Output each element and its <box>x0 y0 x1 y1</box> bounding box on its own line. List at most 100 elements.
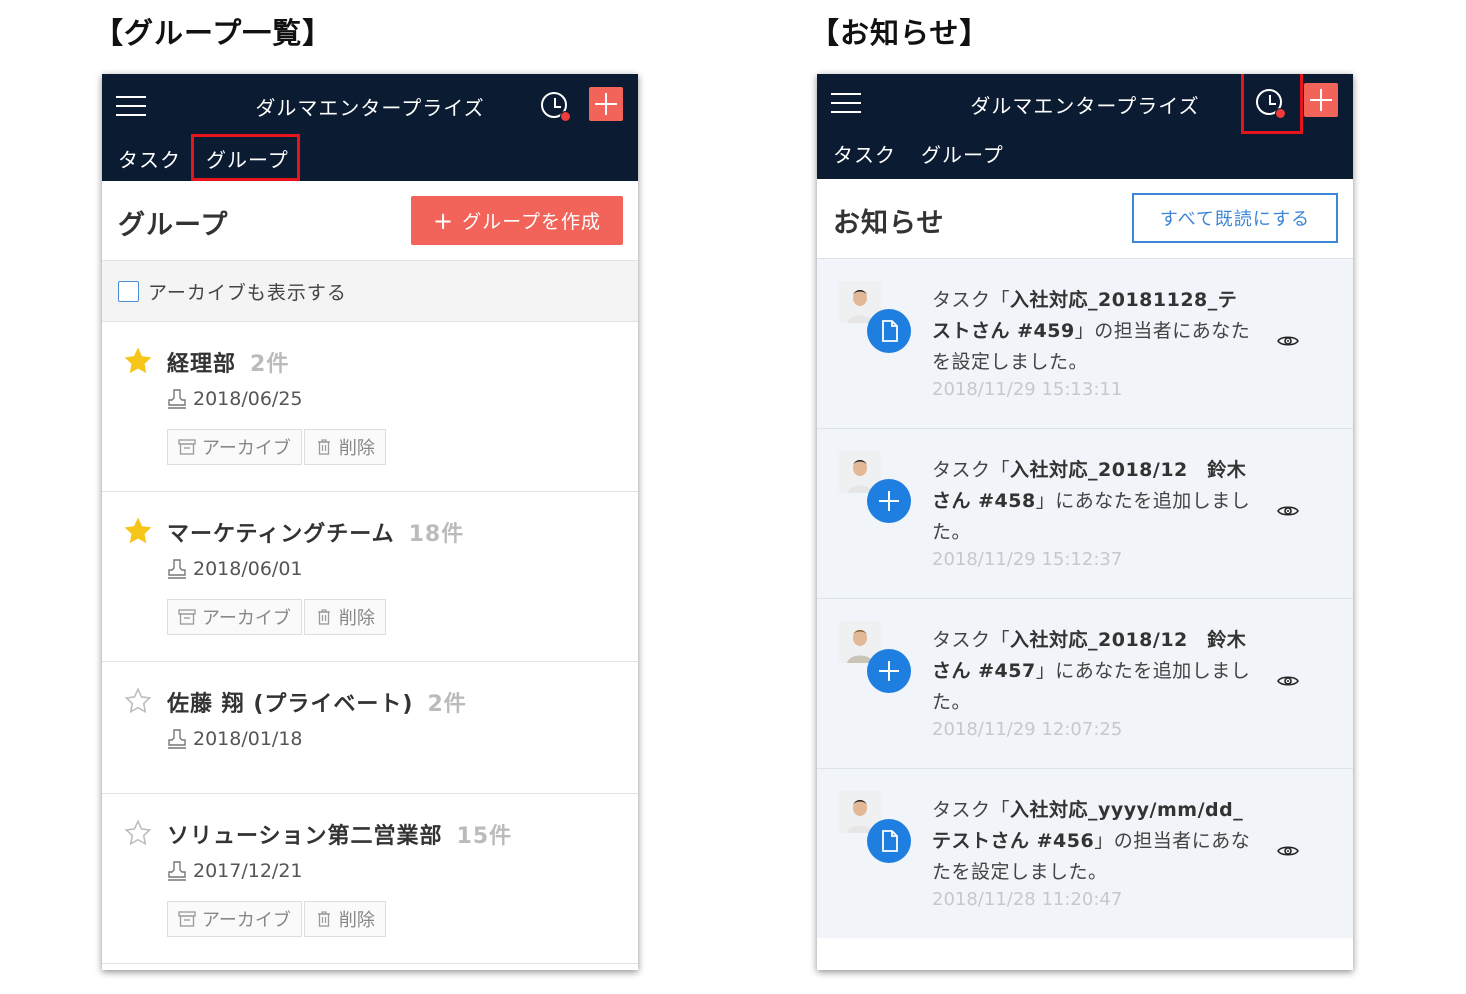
notification-time: 2018/11/29 15:12:37 <box>932 549 1123 570</box>
notification-type-badge <box>867 819 911 863</box>
eye-icon[interactable] <box>1277 844 1299 858</box>
notification-item[interactable]: タスク「入社対応_2018/12 鈴木さん #458」にあなたを追加しました。 … <box>817 428 1353 598</box>
archive-button[interactable]: アーカイブ <box>167 901 302 937</box>
group-actions: アーカイブ 削除 <box>167 901 386 937</box>
group-date-row: 2017/12/21 <box>167 860 303 882</box>
trash-icon <box>317 609 330 625</box>
message-prefix: タスク「 <box>932 289 1011 311</box>
group-item[interactable]: ソリューション第二営業部 15件 2017/12/21 アーカイブ 削除 <box>102 794 638 964</box>
stamp-icon <box>168 861 186 881</box>
page-header: お知らせ すべて既読にする <box>817 179 1353 259</box>
add-button[interactable] <box>589 87 623 121</box>
message-prefix: タスク「 <box>932 629 1011 651</box>
notification-item[interactable]: タスク「入社対応_20181128_テストさん #459」の担当者にあなたを設定… <box>817 258 1353 428</box>
group-date: 2018/01/18 <box>193 728 303 750</box>
group-name-text: マーケティングチーム <box>167 522 395 547</box>
stamp-icon <box>168 389 186 409</box>
star-outline-icon[interactable] <box>124 819 152 847</box>
group-name-text: ソリューション第二営業部 <box>167 824 443 849</box>
document-icon <box>882 830 898 852</box>
group-count: 2件 <box>250 352 290 377</box>
document-icon <box>882 320 898 342</box>
page-title: お知らせ <box>833 208 945 239</box>
group-date: 2017/12/21 <box>193 860 303 882</box>
plus-icon <box>879 661 899 681</box>
group-date-row: 2018/06/01 <box>167 558 303 580</box>
highlight-box <box>1241 74 1303 134</box>
group-date-row: 2018/01/18 <box>167 728 303 750</box>
message-prefix: タスク「 <box>932 799 1011 821</box>
show-archive-checkbox[interactable] <box>118 281 139 302</box>
group-item[interactable]: 経理部 2件 2018/06/25 アーカイブ 削除 <box>102 322 638 492</box>
app-header: ダルマエンタープライズ タスク グループ <box>817 74 1353 179</box>
group-count: 15件 <box>456 824 513 849</box>
groups-screen: ダルマエンタープライズ タスク グループ グループ + グループを作成 アーカイ… <box>102 74 638 970</box>
group-actions: アーカイブ 削除 <box>167 599 386 635</box>
archive-button[interactable]: アーカイブ <box>167 429 302 465</box>
archive-filter-row: アーカイブも表示する <box>102 260 638 322</box>
group-name[interactable]: マーケティングチーム 18件 <box>167 516 464 548</box>
plus-icon <box>879 491 899 511</box>
message-prefix: タスク「 <box>932 459 1011 481</box>
group-count: 18件 <box>408 522 465 547</box>
stamp-icon <box>168 729 186 749</box>
notification-item[interactable]: タスク「入社対応_2018/12 鈴木さん #457」にあなたを追加しました。 … <box>817 598 1353 768</box>
unread-dot <box>560 111 571 122</box>
notification-message[interactable]: タスク「入社対応_20181128_テストさん #459」の担当者にあなたを設定… <box>932 285 1252 378</box>
group-item[interactable]: 佐藤 翔 (プライベート) 2件 2018/01/18 <box>102 662 638 794</box>
notification-time: 2018/11/29 15:13:11 <box>932 379 1123 400</box>
group-date-row: 2018/06/25 <box>167 388 303 410</box>
group-item[interactable]: マーケティングチーム 18件 2018/06/01 アーカイブ 削除 <box>102 492 638 662</box>
group-name[interactable]: ソリューション第二営業部 15件 <box>167 818 512 850</box>
plus-icon: + <box>433 206 455 235</box>
page-title: グループ <box>118 210 229 241</box>
eye-icon[interactable] <box>1277 504 1299 518</box>
star-filled-icon[interactable] <box>124 347 152 375</box>
trash-icon <box>317 911 330 927</box>
group-name[interactable]: 経理部 2件 <box>167 346 289 378</box>
group-name[interactable]: 佐藤 翔 (プライベート) 2件 <box>167 686 467 718</box>
notification-item[interactable]: タスク「入社対応_yyyy/mm/dd_テストさん #456」の担当者にあなたを… <box>817 768 1353 938</box>
archive-button[interactable]: アーカイブ <box>167 599 302 635</box>
caption-notifications: 【お知らせ】 <box>810 16 990 50</box>
notification-type-badge <box>867 649 911 693</box>
highlight-box <box>191 134 300 181</box>
group-name-text: 佐藤 翔 (プライベート) <box>167 692 414 717</box>
tab-tasks[interactable]: タスク <box>833 139 896 168</box>
delete-label: 削除 <box>338 438 375 459</box>
notification-message[interactable]: タスク「入社対応_2018/12 鈴木さん #457」にあなたを追加しました。 <box>932 625 1252 718</box>
archive-box-icon <box>178 439 196 455</box>
tab-tasks[interactable]: タスク <box>118 144 181 173</box>
stamp-icon <box>168 559 186 579</box>
group-actions: アーカイブ 削除 <box>167 429 386 465</box>
group-date: 2018/06/25 <box>193 388 303 410</box>
add-button[interactable] <box>1304 83 1338 117</box>
app-header: ダルマエンタープライズ タスク グループ <box>102 74 638 181</box>
group-date: 2018/06/01 <box>193 558 303 580</box>
archive-label: アーカイブ <box>202 910 291 931</box>
delete-button[interactable]: 削除 <box>303 429 386 465</box>
star-outline-icon[interactable] <box>124 687 152 715</box>
eye-icon[interactable] <box>1277 674 1299 688</box>
archive-box-icon <box>178 911 196 927</box>
caption-group-list: 【グループ一覧】 <box>94 16 333 50</box>
notification-message[interactable]: タスク「入社対応_yyyy/mm/dd_テストさん #456」の担当者にあなたを… <box>932 795 1252 888</box>
eye-icon[interactable] <box>1277 334 1299 348</box>
group-count: 2件 <box>427 692 467 717</box>
mark-all-read-button[interactable]: すべて既読にする <box>1132 193 1338 243</box>
notification-message[interactable]: タスク「入社対応_2018/12 鈴木さん #458」にあなたを追加しました。 <box>932 455 1252 548</box>
notification-clock-icon[interactable] <box>541 92 571 122</box>
archive-label: アーカイブ <box>202 438 291 459</box>
notification-time: 2018/11/29 12:07:25 <box>932 719 1123 740</box>
delete-label: 削除 <box>338 910 375 931</box>
create-group-button[interactable]: + グループを作成 <box>411 196 623 245</box>
notifications-screen: ダルマエンタープライズ タスク グループ お知らせ すべて既読にする タスク「入… <box>817 74 1353 970</box>
star-filled-icon[interactable] <box>124 517 152 545</box>
notification-time: 2018/11/28 11:20:47 <box>932 889 1123 910</box>
group-name-text: 経理部 <box>167 352 237 377</box>
delete-button[interactable]: 削除 <box>303 599 386 635</box>
delete-button[interactable]: 削除 <box>303 901 386 937</box>
show-archive-label: アーカイブも表示する <box>148 282 347 304</box>
page-header: グループ + グループを作成 <box>102 181 638 260</box>
tab-groups[interactable]: グループ <box>921 139 1004 168</box>
